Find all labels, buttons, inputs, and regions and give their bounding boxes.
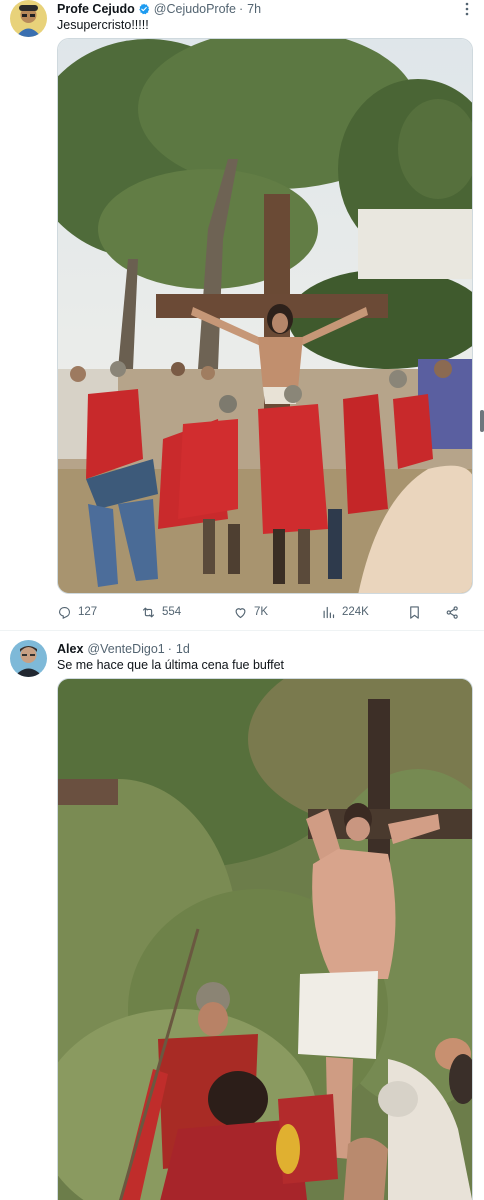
like-count: 7K [254, 606, 269, 618]
author-name[interactable]: Profe Cejudo [57, 2, 135, 16]
like-button[interactable]: 7K [233, 605, 268, 620]
avatar[interactable] [10, 640, 47, 677]
avatar[interactable] [10, 0, 47, 37]
verified-badge-icon [138, 3, 150, 15]
tweet-2[interactable]: Alex @VenteDigo1 · 1d Se me hace que la … [0, 640, 484, 1200]
retweet-count: 554 [162, 606, 182, 618]
more-options-icon[interactable] [460, 2, 474, 16]
reply-icon [58, 606, 71, 619]
author-handle[interactable]: @CejudoProfe [154, 2, 236, 16]
tweet-divider [0, 630, 484, 631]
share-button[interactable] [445, 605, 460, 620]
share-icon [446, 605, 458, 619]
reply-button[interactable]: 127 [57, 605, 97, 620]
views-count: 224K [342, 606, 369, 618]
tweet-1[interactable]: Profe Cejudo @CejudoProfe · 7h Jesupercr… [0, 0, 484, 630]
tweet-text: Jesupercristo!!!!! [57, 18, 149, 32]
tweet-photo[interactable] [57, 38, 473, 594]
timestamp[interactable]: 1d [176, 642, 190, 656]
views-button[interactable]: 224K [321, 605, 369, 620]
bookmark-icon [410, 605, 419, 619]
views-chart-icon [323, 606, 335, 618]
bookmark-button[interactable] [407, 605, 422, 620]
separator-dot: · [167, 642, 172, 656]
separator-dot: · [238, 2, 244, 16]
tweet-text: Se me hace que la última cena fue buffet [57, 658, 285, 672]
tweet-photo[interactable] [57, 678, 473, 1200]
reply-count: 127 [78, 606, 98, 618]
retweet-icon [142, 607, 155, 617]
author-handle[interactable]: @VenteDigo1 [87, 642, 164, 656]
scrollbar-thumb[interactable] [480, 410, 484, 432]
author-name[interactable]: Alex [57, 642, 83, 656]
heart-icon [235, 607, 246, 618]
retweet-button[interactable]: 554 [141, 605, 181, 620]
photo-crucifixion-reenactment-2 [58, 679, 472, 1200]
photo-crucifixion-reenactment [58, 39, 472, 593]
timestamp[interactable]: 7h [247, 2, 261, 16]
